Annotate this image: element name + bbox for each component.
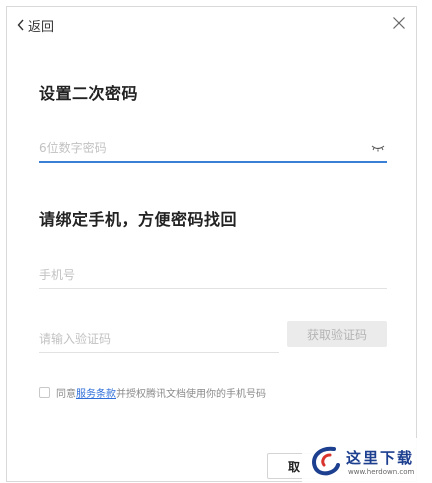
agreement-checkbox[interactable] xyxy=(39,387,50,398)
agreement-prefix: 同意 xyxy=(56,389,76,400)
chevron-left-icon xyxy=(17,19,24,31)
set-password-dialog: 返回 设置二次密码 请绑定手机，方便密码找回 获取验证码 同意 服务条款 并授权… xyxy=(6,6,417,482)
password-input[interactable] xyxy=(39,135,387,161)
agreement-row: 同意 服务条款 并授权腾讯文档使用你的手机号码 xyxy=(39,385,266,400)
site-watermark: 这里下载 www.herdown.com xyxy=(302,438,432,483)
close-button[interactable] xyxy=(392,15,406,29)
terms-link[interactable]: 服务条款 xyxy=(76,385,116,400)
swirl-logo-icon xyxy=(312,446,340,476)
agreement-suffix: 并授权腾讯文档使用你的手机号码 xyxy=(116,389,266,400)
password-field xyxy=(39,135,387,163)
phone-section-title: 请绑定手机，方便密码找回 xyxy=(39,210,238,229)
password-section-title: 设置二次密码 xyxy=(39,84,139,103)
eye-closed-icon[interactable] xyxy=(371,144,385,154)
phone-input[interactable] xyxy=(39,261,387,288)
get-code-button[interactable]: 获取验证码 xyxy=(287,321,387,347)
back-label: 返回 xyxy=(28,19,55,35)
verification-code-field xyxy=(39,325,279,353)
back-button[interactable]: 返回 xyxy=(17,15,54,35)
watermark-url: www.herdown.com xyxy=(348,468,415,476)
close-icon xyxy=(393,17,405,29)
verification-code-input[interactable] xyxy=(39,325,279,352)
phone-field xyxy=(39,261,387,289)
watermark-text: 这里下载 xyxy=(346,449,415,467)
